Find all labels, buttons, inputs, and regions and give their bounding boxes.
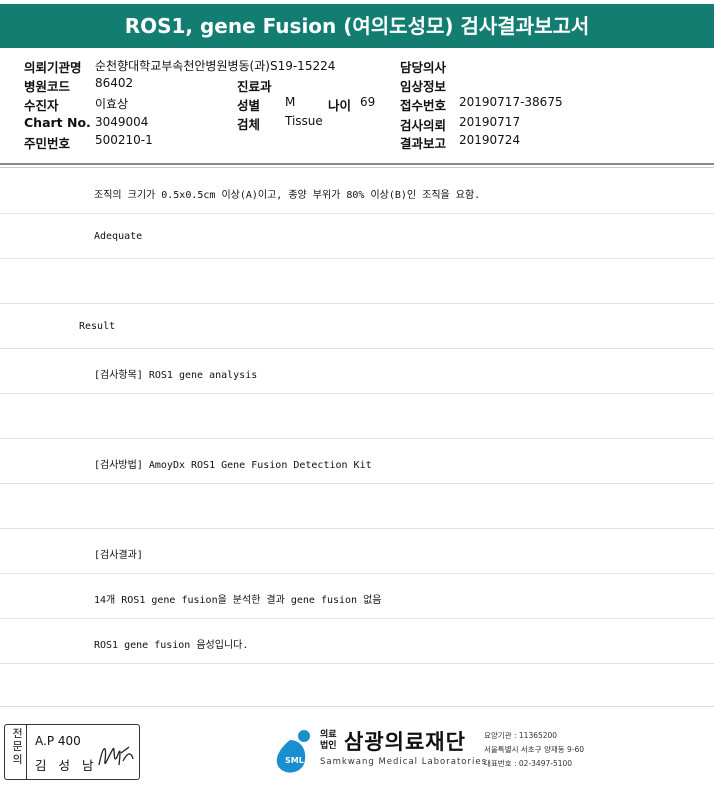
result-row (0, 394, 714, 439)
signature-box: 전문의 A.P 400 김 성 남 (4, 724, 140, 780)
org-english-name: Samkwang Medical Laboratories (320, 757, 488, 767)
result-row: Result (0, 304, 714, 349)
row-text: Adequate (94, 231, 143, 242)
role-label: 전문의 (9, 725, 27, 779)
sml-logo-icon: SML (276, 730, 310, 773)
sex-label: 성별 (237, 98, 261, 113)
report-date-label: 결과보고 (400, 136, 447, 151)
row-text: ROS1 gene fusion 음성입니다. (94, 640, 249, 651)
org-info-phone: 대표번호 : 02-3497-5100 (484, 759, 573, 768)
signature-icon (98, 746, 134, 766)
sex-value: M (285, 95, 296, 109)
receipt-label: 접수번호 (400, 98, 447, 113)
row-text: [검사방법] AmoyDx ROS1 Gene Fusion Detection… (94, 460, 372, 471)
result-row: [검사방법] AmoyDx ROS1 Gene Fusion Detection… (0, 439, 714, 484)
hospital-code-value: 86402 (95, 76, 134, 90)
result-row: [검사항목] ROS1 gene analysis (0, 349, 714, 394)
result-row: ROS1 gene fusion 음성입니다. (0, 619, 714, 664)
chart-value: 3049004 (95, 115, 149, 129)
request-value: 20190717 (459, 115, 521, 129)
hospital-code-label: 병원코드 (24, 79, 71, 94)
result-row (0, 259, 714, 304)
patient-label: 수진자 (24, 98, 59, 113)
result-row (0, 484, 714, 529)
pathologist-code: A.P 400 (35, 734, 81, 748)
clinical-label: 임상정보 (400, 79, 447, 94)
header-divider-inner (0, 167, 714, 168)
report-title: ROS1, gene Fusion (여의도성모) 검사결과보고서 (0, 4, 714, 48)
org-name: 삼광의료재단 (344, 730, 466, 754)
specimen-label: 검체 (237, 117, 261, 132)
org-info-code: 요양기관 : 11365200 (484, 731, 558, 740)
specimen-value: Tissue (285, 114, 323, 128)
org-info-address: 서울특별시 서초구 양재동 9-60 (484, 745, 585, 754)
row-text: [검사결과] (94, 550, 143, 561)
footer-divider (0, 706, 714, 707)
receipt-value: 20190717-38675 (459, 95, 563, 109)
hospital-value: 순천향대학교부속천안병원병동(과)S19-15224 (95, 59, 336, 73)
specimen-number: S19-15224 (269, 59, 336, 73)
pathologist-name: 김 성 남 (35, 758, 98, 773)
patient-value: 이효상 (95, 97, 129, 111)
row-text: [검사항목] ROS1 gene analysis (94, 370, 258, 381)
result-row: 조직의 크기가 0.5x0.5cm 이상(A)이고, 종양 부위가 80% 이상… (0, 169, 714, 214)
row-text: 14개 ROS1 gene fusion을 분석한 결과 gene fusion… (94, 595, 382, 606)
rrn-value: 500210-1 (95, 133, 153, 147)
row-text: Result (79, 321, 116, 332)
age-label: 나이 (328, 98, 352, 113)
report-date-value: 20190724 (459, 133, 521, 147)
doctor-label: 담당의사 (400, 60, 447, 75)
rrn-label: 주민번호 (24, 136, 71, 151)
result-row: 14개 ROS1 gene fusion을 분석한 결과 gene fusion… (0, 574, 714, 619)
request-label: 검사의뢰 (400, 118, 447, 133)
result-row: [검사결과] (0, 529, 714, 574)
age-value: 69 (360, 95, 376, 109)
org-type: 의료 법인 (320, 730, 337, 751)
dept-label: 진료과 (237, 79, 272, 94)
header-divider (0, 163, 714, 165)
row-text: 조직의 크기가 0.5x0.5cm 이상(A)이고, 종양 부위가 80% 이상… (94, 190, 481, 201)
logo-text: SML (285, 756, 304, 765)
hospital-label: 의뢰기관명 (24, 60, 82, 75)
result-row: Adequate (0, 214, 714, 259)
chart-label: Chart No. (24, 115, 91, 130)
